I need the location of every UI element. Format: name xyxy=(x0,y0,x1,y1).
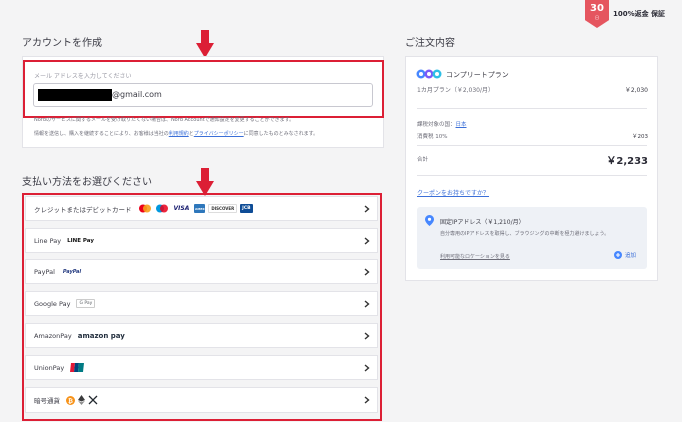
arrow-down-icon xyxy=(196,168,214,196)
plan-period: 1カ月プラン（￥2,030/月） xyxy=(417,87,495,94)
badge-days: 30 xyxy=(590,3,604,14)
payment-linepay-label: Line Pay xyxy=(34,236,62,245)
email-redaction xyxy=(38,89,112,101)
payment-crypto-label: 暗号通貨 xyxy=(34,397,60,405)
payment-amazonpay-label: AmazonPay xyxy=(34,331,72,340)
payment-paypal-option[interactable]: PayPal PayPal xyxy=(25,259,378,284)
chevron-right-icon xyxy=(364,268,370,276)
payment-card-option[interactable]: クレジットまたはデビットカード VISA AMEX DISCOVER JCB xyxy=(25,196,378,221)
paypal-logo: PayPal xyxy=(60,267,84,276)
location-pin-icon xyxy=(425,215,434,226)
terms-note-suffix: に同意したものとみなされます。 xyxy=(243,131,319,137)
arrow-down-icon xyxy=(196,30,214,58)
addon-add-label: 追加 xyxy=(625,253,637,259)
account-heading: アカウントを作成 xyxy=(22,38,102,49)
payment-heading: 支払い方法をお選びください xyxy=(22,177,152,188)
badge-days-unit: 日 xyxy=(595,15,599,20)
payment-crypto-option[interactable]: 暗号通貨 ₿ xyxy=(25,387,378,413)
order-divider xyxy=(417,108,647,109)
linepay-logo: LINE Pay xyxy=(67,236,94,245)
tax-amount: ￥203 xyxy=(632,134,648,140)
plan-name: コンプリートプラン xyxy=(446,71,509,79)
payment-card-label: クレジットまたはデビットカード xyxy=(34,205,132,214)
payment-amazonpay-option[interactable]: AmazonPay amazon pay xyxy=(25,323,378,348)
amex-icon: AMEX xyxy=(194,204,206,213)
email-input[interactable]: @gmail.com xyxy=(33,83,373,107)
discover-icon: DISCOVER xyxy=(208,204,238,213)
chevron-right-icon xyxy=(364,300,370,308)
plus-circle-icon xyxy=(614,251,622,259)
money-back-badge: 30 日 xyxy=(585,0,609,28)
tax-country-label: 課税対象の国： xyxy=(417,122,456,128)
payment-linepay-option[interactable]: Line Pay LINE Pay xyxy=(25,228,378,253)
payment-googlepay-label: Google Pay xyxy=(34,299,71,308)
amazonpay-logo: amazon pay xyxy=(77,331,125,340)
chevron-right-icon xyxy=(364,205,370,213)
terms-note-prefix: 情報を送信し、購入を継続することにより、お客様は当社の xyxy=(34,131,169,137)
email-domain: @gmail.com xyxy=(112,90,162,99)
terms-note: 情報を送信し、購入を継続することにより、お客様は当社の利用規約とプライバシーポリ… xyxy=(34,130,318,137)
addon-description: 自分専用のIPアドレスを取得し、ブラウジングの中断を極力避けましょう。 xyxy=(440,231,610,237)
chevron-right-icon xyxy=(364,364,370,372)
coupon-link[interactable]: クーポンをお持ちですか？ xyxy=(417,188,489,197)
chevron-right-icon xyxy=(364,396,370,404)
unionpay-logo-icon xyxy=(70,363,85,372)
tax-country-link[interactable]: 日本 xyxy=(456,122,467,128)
plan-price: ￥2,030 xyxy=(624,87,648,94)
addon-locations-link[interactable]: 利用可能なロケーションを見る xyxy=(440,253,510,260)
guarantee-text: 100%返金 保証 xyxy=(613,10,666,18)
payment-unionpay-label: UnionPay xyxy=(34,363,65,372)
svg-text:₿: ₿ xyxy=(68,397,73,404)
visa-icon: VISA xyxy=(171,204,192,213)
tax-rate: 消費税 10% xyxy=(417,134,448,140)
googlepay-logo: G Pay xyxy=(76,299,96,308)
ethereum-icon xyxy=(78,395,85,405)
mastercard-icon xyxy=(138,204,151,213)
payment-paypal-label: PayPal xyxy=(34,267,55,276)
notification-note: Nordのサービスに関するメールを受け取りたくない場合は、Nord Accoun… xyxy=(34,117,295,123)
payment-unionpay-option[interactable]: UnionPay xyxy=(25,355,378,380)
order-divider xyxy=(417,175,647,176)
xrp-icon xyxy=(88,395,98,405)
email-label: メール アドレスを入力してください xyxy=(34,73,132,80)
chevron-right-icon xyxy=(364,237,370,245)
order-divider xyxy=(417,145,647,146)
jcb-icon: JCB xyxy=(240,204,253,213)
tax-country: 課税対象の国：日本 xyxy=(417,120,467,128)
order-heading: ご注文内容 xyxy=(405,38,455,49)
total-label: 合計 xyxy=(417,157,429,163)
chevron-right-icon xyxy=(364,332,370,340)
maestro-icon xyxy=(155,204,168,213)
terms-link[interactable]: 利用規約 xyxy=(169,131,189,137)
addon-title: 固定IPアドレス（￥1,210/月） xyxy=(440,219,525,226)
total-amount: ￥2,233 xyxy=(606,156,648,167)
bitcoin-icon: ₿ xyxy=(66,395,75,405)
privacy-link[interactable]: プライバシーポリシー xyxy=(194,131,244,137)
nord-apps-icon xyxy=(416,69,442,79)
addon-add-button[interactable]: 追加 xyxy=(614,251,636,259)
payment-googlepay-option[interactable]: Google Pay G Pay xyxy=(25,291,378,316)
